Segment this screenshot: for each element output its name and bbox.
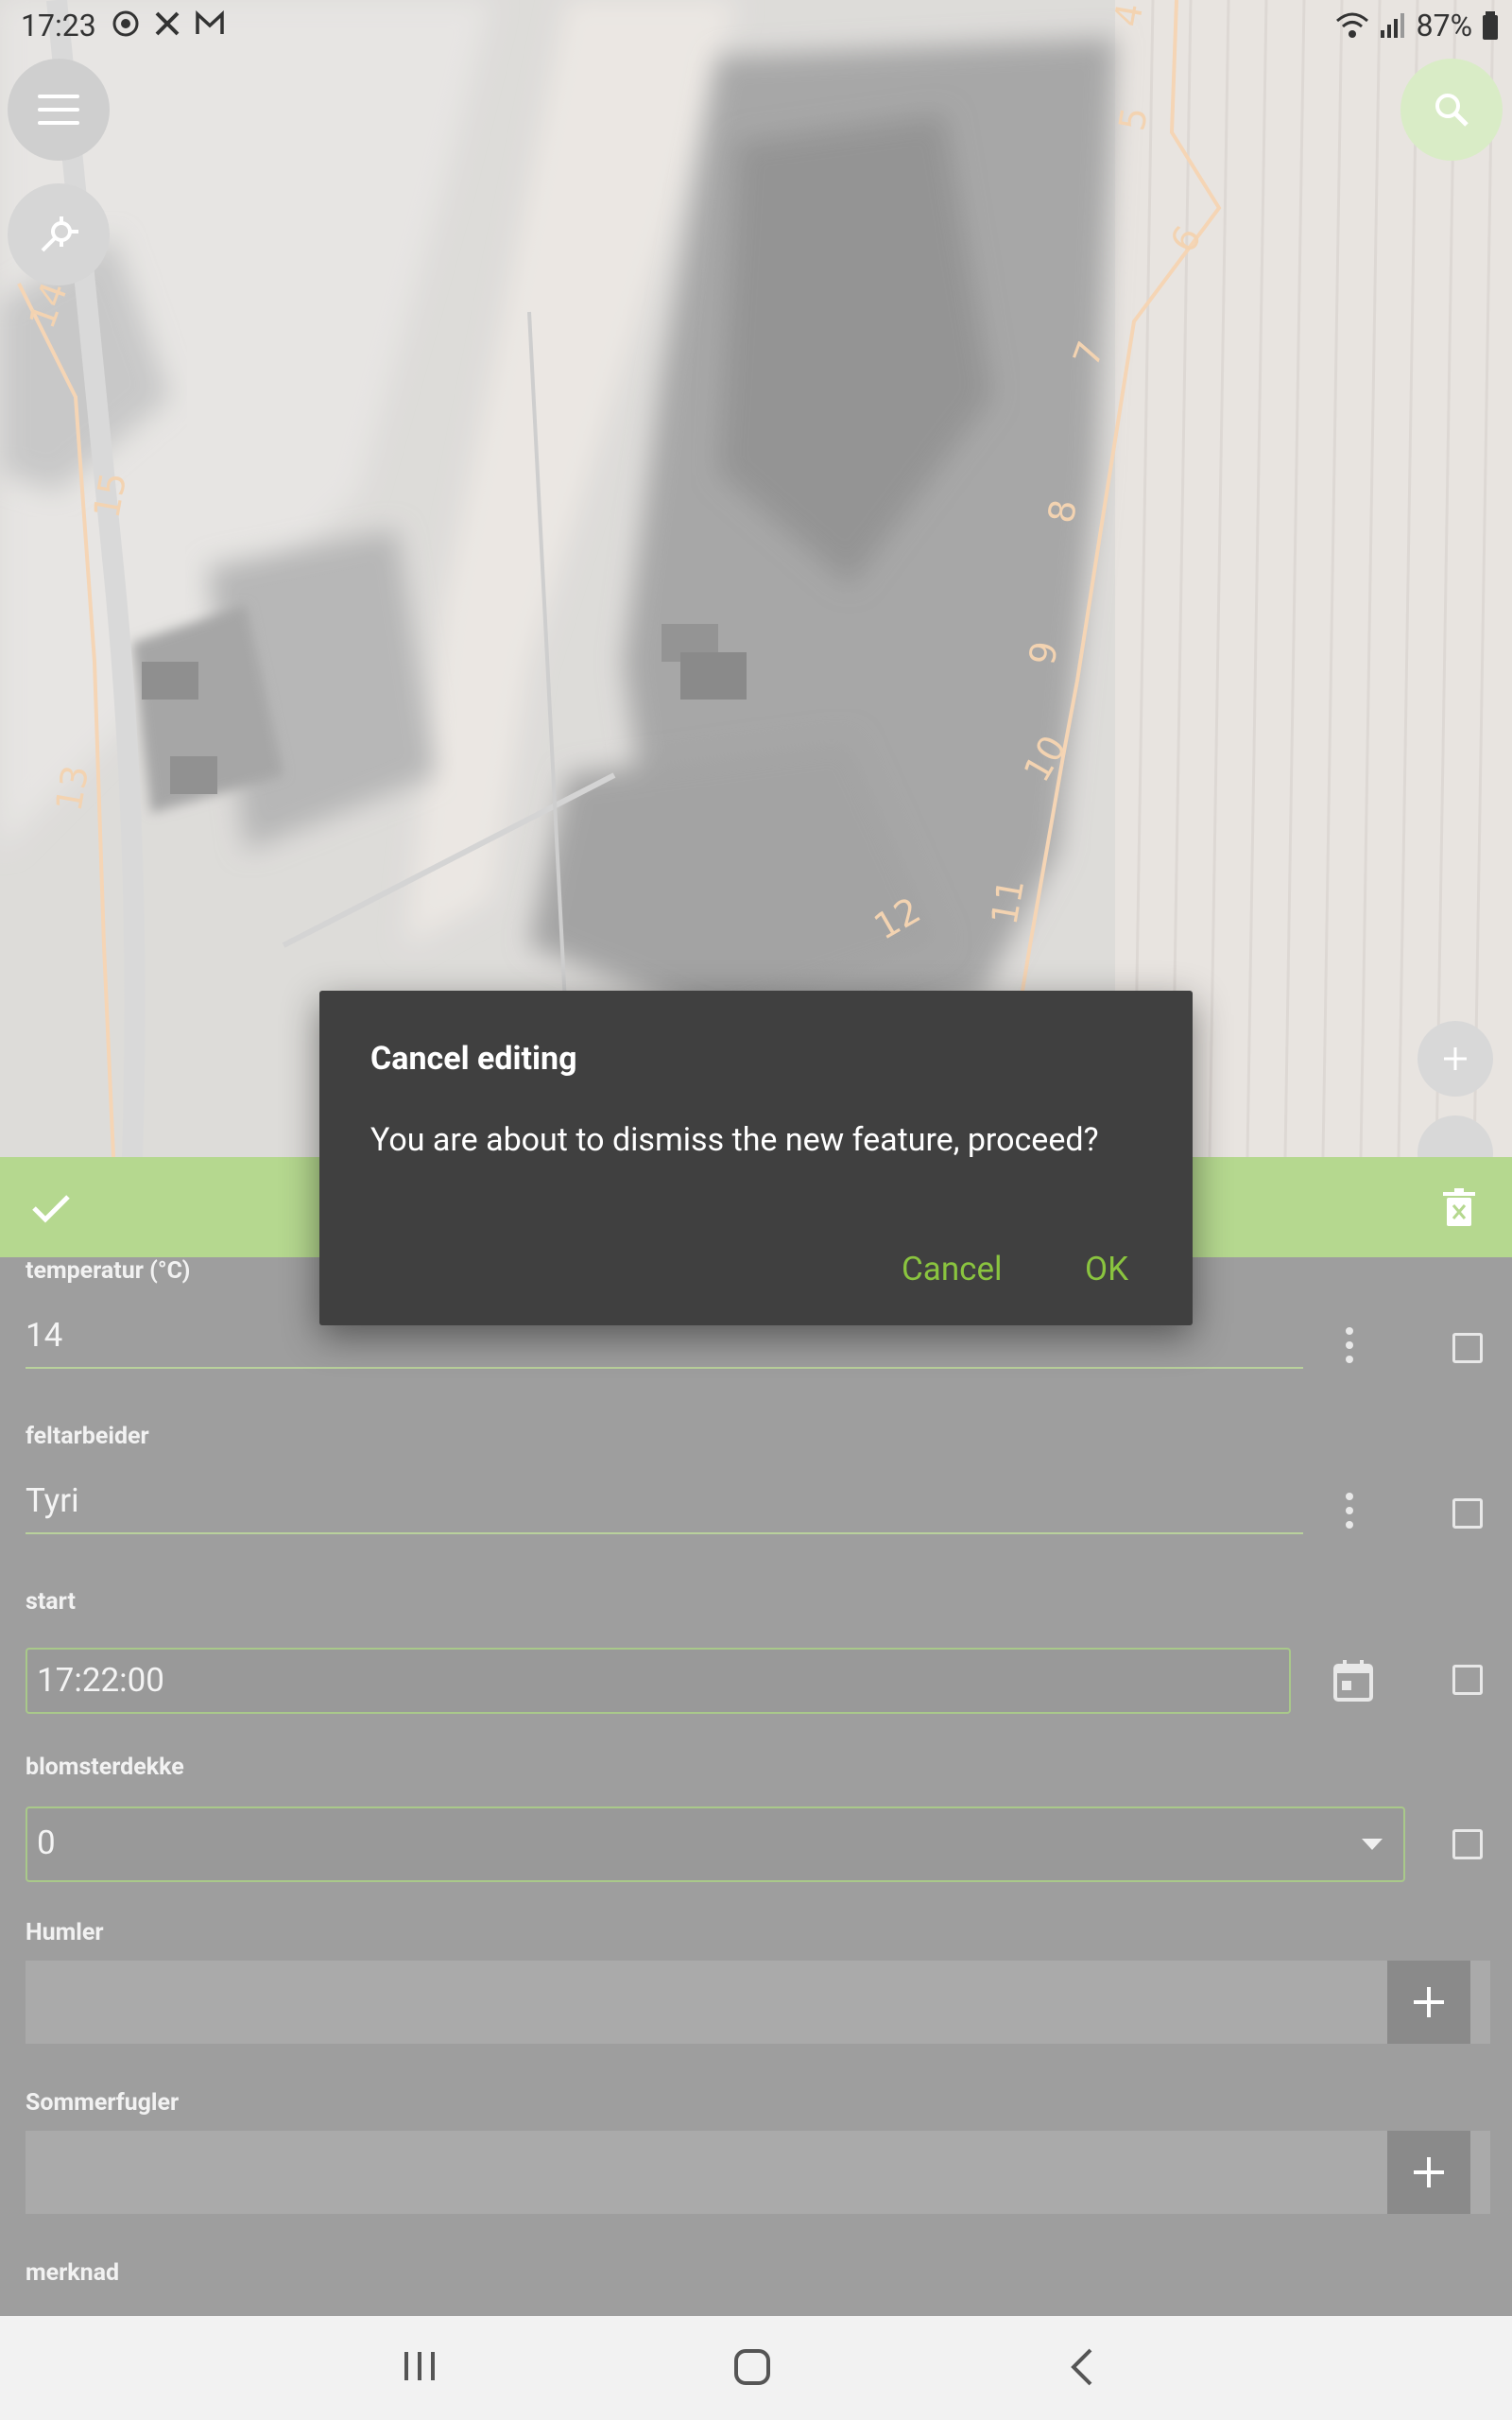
save-button[interactable] <box>21 1178 81 1238</box>
dropdown-arrow-icon <box>1362 1839 1383 1850</box>
add-icon <box>1414 2157 1444 2187</box>
sommerfugler-add-button[interactable] <box>1387 2131 1470 2214</box>
start-remember-checkbox[interactable] <box>1452 1665 1483 1695</box>
gps-button[interactable] <box>8 183 110 285</box>
menu-button[interactable] <box>8 59 110 161</box>
delete-button[interactable] <box>1429 1178 1489 1238</box>
menu-icon <box>38 95 79 125</box>
cancel-editing-dialog: Cancel editing You are about to dismiss … <box>319 991 1193 1325</box>
home-icon[interactable] <box>733 2348 771 2386</box>
recents-icon[interactable] <box>403 2350 437 2382</box>
start-time-value: 17:22:00 <box>37 1661 164 1700</box>
humler-relation-list <box>26 1961 1490 2044</box>
sommerfugler-label: Sommerfugler <box>26 2089 180 2117</box>
blomsterdekke-label: blomsterdekke <box>26 1754 184 1781</box>
merknad-label: merknad <box>26 2259 120 2287</box>
search-button[interactable] <box>1400 59 1503 161</box>
blomsterdekke-dropdown[interactable]: 0 <box>26 1806 1405 1882</box>
humler-label: Humler <box>26 1919 104 1946</box>
cancel-button[interactable]: Cancel <box>902 1250 1003 1288</box>
temperatur-remember-checkbox[interactable] <box>1452 1333 1483 1363</box>
battery-percent: 87% <box>1416 8 1472 43</box>
wifi-icon <box>1335 12 1368 38</box>
blomsterdekke-remember-checkbox[interactable] <box>1452 1829 1483 1859</box>
more-vert-icon[interactable] <box>1346 1493 1353 1535</box>
more-vert-icon[interactable] <box>1346 1327 1353 1370</box>
humler-add-button[interactable] <box>1387 1961 1470 2044</box>
back-icon[interactable] <box>1070 2348 1094 2386</box>
notification-tool-icon <box>155 11 180 36</box>
feltarbeider-remember-checkbox[interactable] <box>1452 1498 1483 1529</box>
feltarbeider-field[interactable]: Tyri <box>26 1481 79 1520</box>
battery-icon <box>1483 11 1498 40</box>
system-nav-bar <box>0 2316 1512 2420</box>
temperatur-field[interactable]: 14 <box>26 1316 62 1355</box>
status-time: 17:23 <box>21 8 96 43</box>
start-label: start <box>26 1588 76 1616</box>
ok-button[interactable]: OK <box>1085 1250 1128 1288</box>
add-icon <box>1414 1987 1444 2017</box>
temperatur-underline <box>26 1367 1303 1369</box>
dialog-title: Cancel editing <box>370 1040 577 1078</box>
gmail-icon <box>196 10 224 34</box>
temperatur-label: temperatur (°C) <box>26 1257 191 1285</box>
sommerfugler-relation-list <box>26 2131 1490 2214</box>
calendar-icon[interactable] <box>1332 1658 1374 1703</box>
start-time-field[interactable]: 17:22:00 <box>26 1648 1291 1714</box>
map-overlay <box>0 0 1512 1157</box>
dialog-message: You are about to dismiss the new feature… <box>370 1121 1099 1159</box>
gps-icon <box>41 216 78 252</box>
zoom-in-icon <box>1444 1047 1467 1070</box>
save-check-icon <box>32 1195 70 1223</box>
status-bar: 17:23 87% <box>0 0 1512 53</box>
blomsterdekke-value: 0 <box>37 1824 56 1862</box>
attribute-form: temperatur (°C) 14 feltarbeider Tyri sta… <box>0 1257 1512 2316</box>
zoom-in-button[interactable] <box>1418 1021 1493 1097</box>
notification-app-icon <box>112 10 139 37</box>
map-canvas[interactable]: 4 5 6 7 8 9 10 11 12 13 14 15 17:23 87% <box>0 0 1512 1157</box>
feltarbeider-label: feltarbeider <box>26 1423 149 1450</box>
signal-icon <box>1380 13 1404 38</box>
search-icon <box>1435 94 1469 127</box>
feltarbeider-underline <box>26 1532 1303 1534</box>
delete-icon <box>1443 1188 1475 1226</box>
